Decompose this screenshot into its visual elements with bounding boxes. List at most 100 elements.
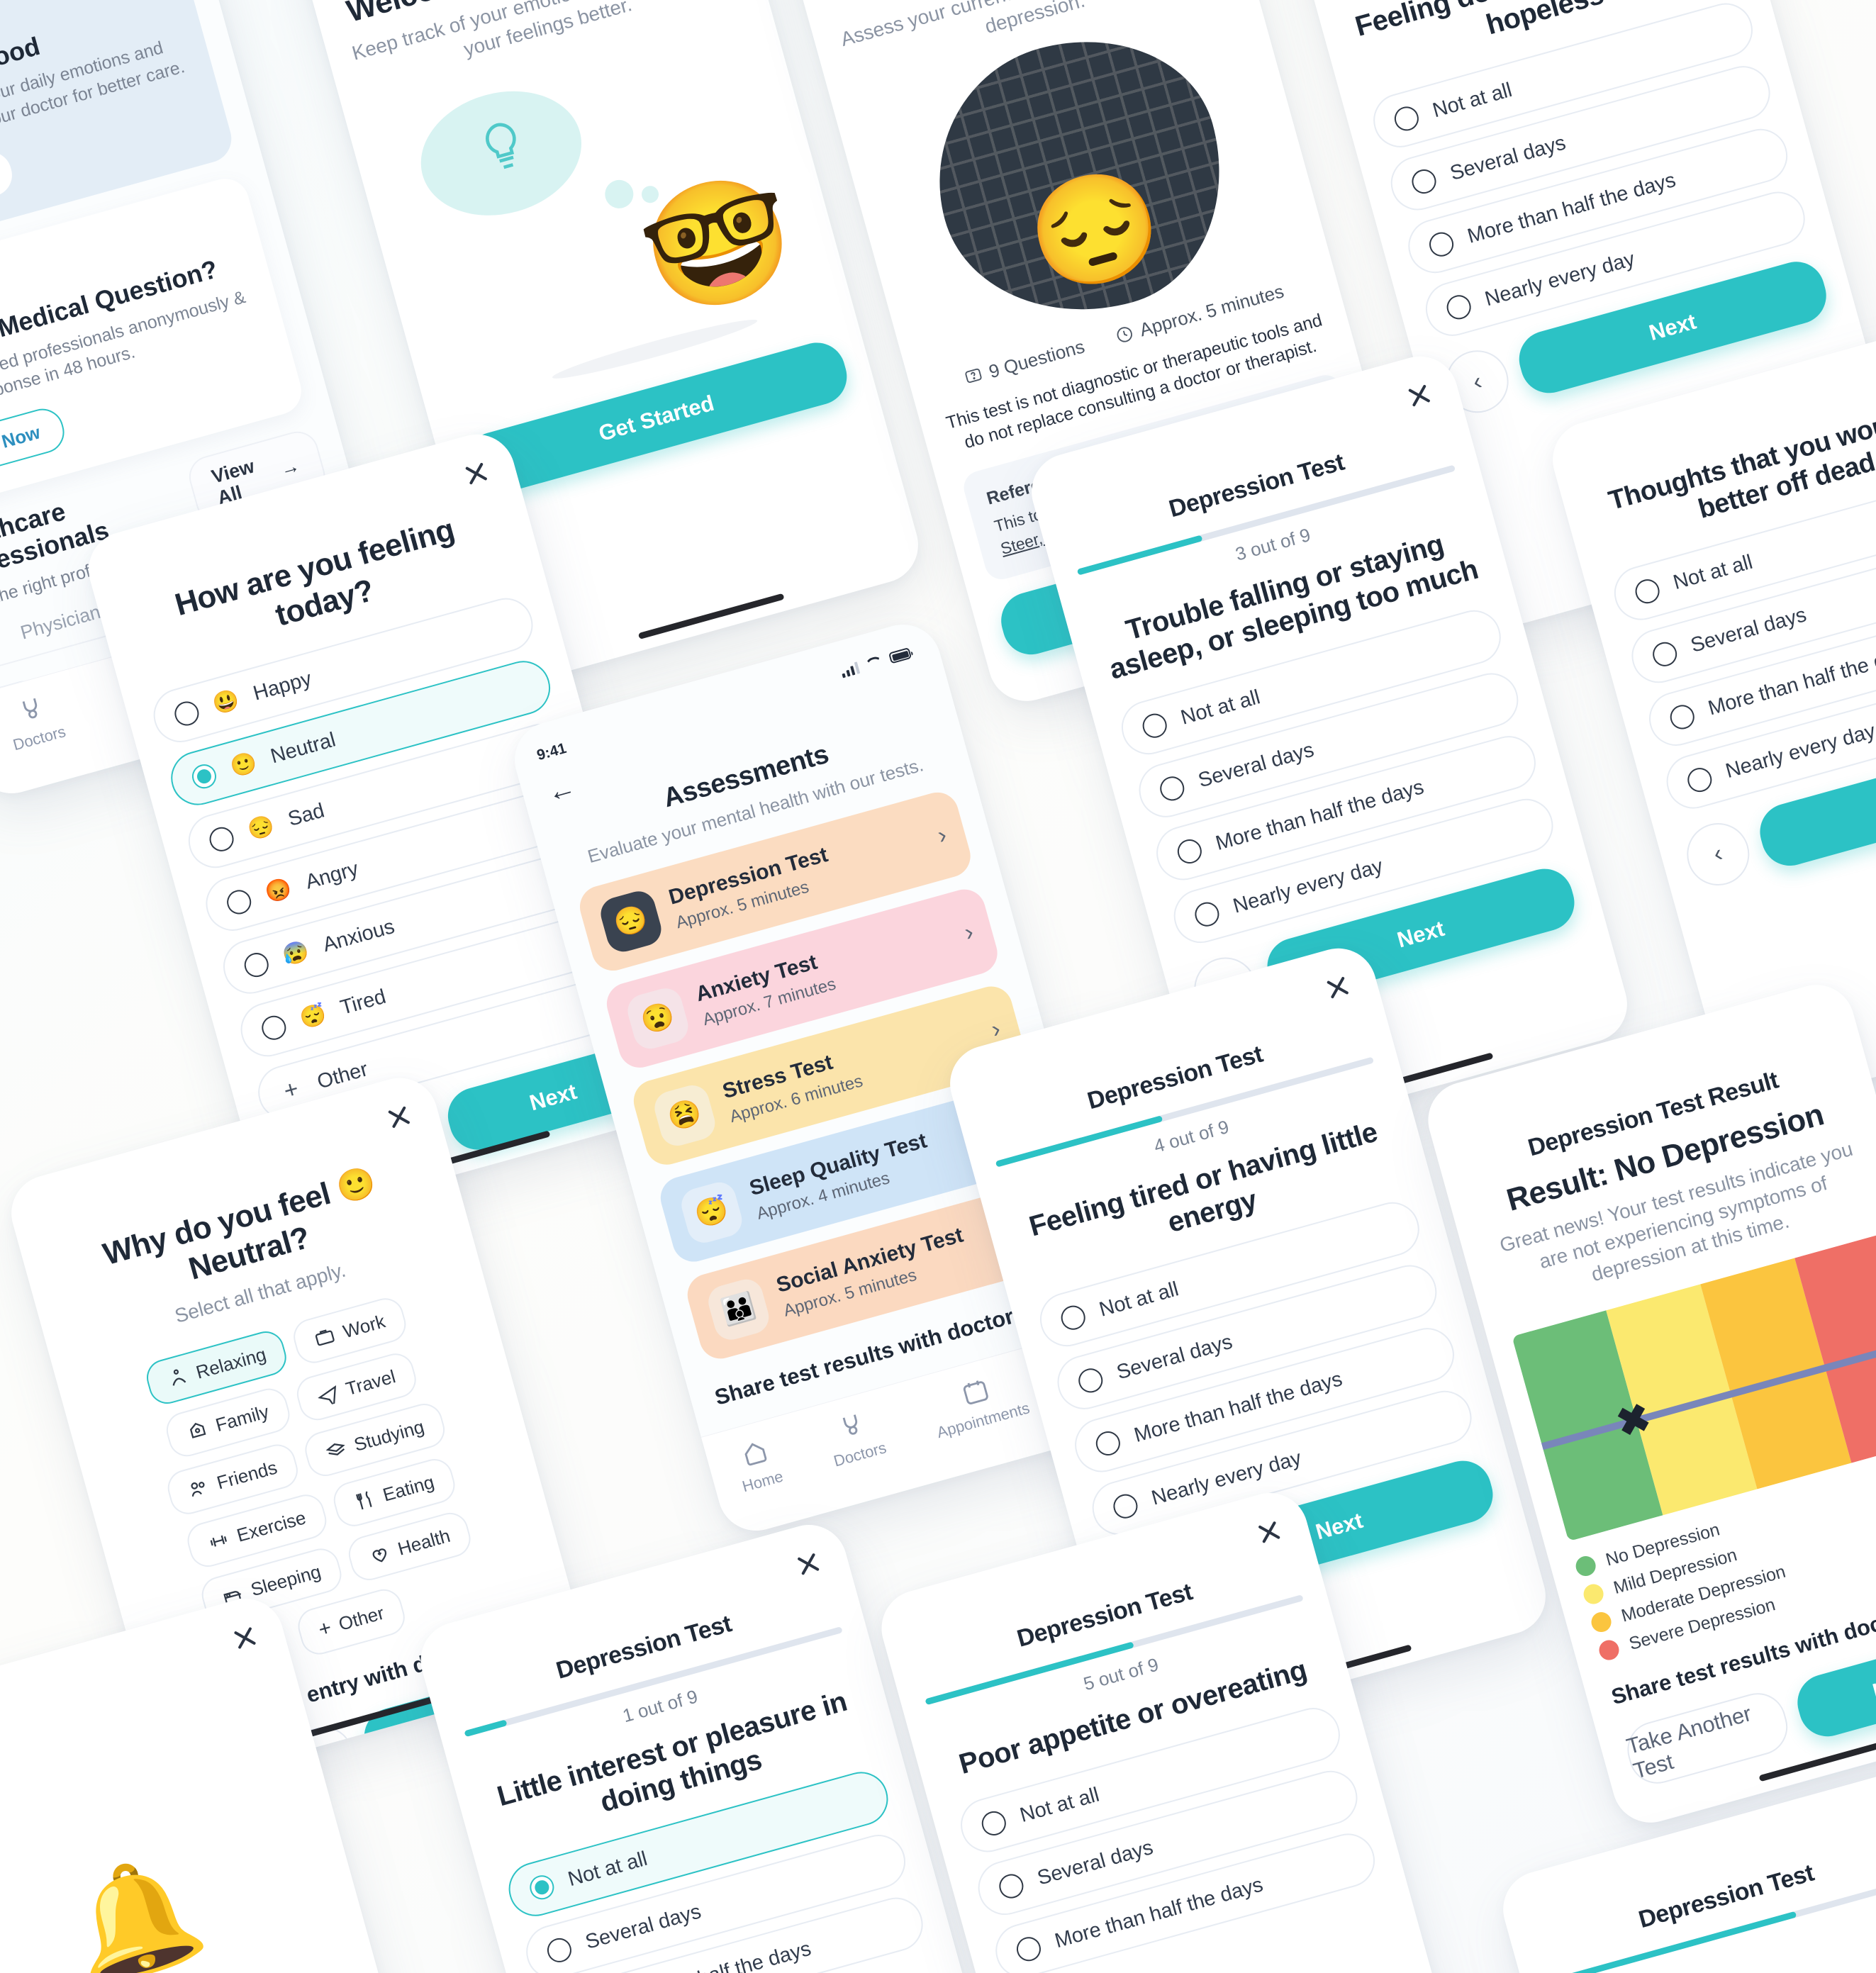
signal-icon — [839, 661, 861, 678]
radio-icon — [1014, 1934, 1044, 1964]
chevron-right-icon: › — [988, 1015, 1004, 1044]
tag-label: Studying — [351, 1415, 427, 1455]
radio-icon — [1175, 837, 1205, 867]
doctors-icon — [843, 1414, 858, 1435]
radio-icon — [172, 698, 202, 729]
social-thumb-icon: 👪 — [704, 1275, 773, 1344]
chevron-right-icon: › — [934, 820, 950, 849]
mood-label: Anxious — [320, 915, 398, 957]
radio-icon — [978, 1809, 1009, 1839]
answer-label: Several days — [583, 1900, 704, 1954]
sidebar-item-home[interactable]: Home — [731, 1434, 785, 1496]
answer-label: Several days — [1114, 1330, 1235, 1385]
mood-label: Sad — [285, 799, 328, 832]
calendar-icon — [963, 1380, 988, 1405]
emoji-neutral: 🙂 — [228, 750, 259, 781]
answer-label: Not at all — [1670, 550, 1755, 595]
back-arrow-icon[interactable]: ← — [544, 771, 580, 810]
radio-icon — [1093, 1429, 1123, 1459]
radio-icon — [241, 950, 272, 980]
close-icon[interactable] — [227, 1620, 262, 1655]
battery-icon — [888, 647, 912, 664]
tag-label: Sleeping — [248, 1560, 323, 1601]
emoji-sad: 😔 — [245, 813, 277, 844]
mood-label: Happy — [250, 667, 315, 705]
emoji-happy: 😃 — [210, 688, 242, 717]
radio-icon — [1157, 773, 1188, 804]
radio-icon — [996, 1871, 1027, 1901]
showcase-stage: Track Your Mood Keep a record of your da… — [0, 0, 1876, 1973]
legend-swatch — [1581, 1582, 1606, 1607]
heart-plus-icon — [372, 1548, 387, 1563]
doctors-icon — [22, 698, 38, 719]
dumbbell-icon — [210, 1535, 228, 1547]
radio-icon — [259, 1012, 289, 1043]
tag-label: Health — [395, 1524, 453, 1560]
chevron-left-icon: ‹ — [1470, 367, 1485, 396]
radio-icon — [1650, 639, 1680, 669]
radio-icon — [1409, 167, 1439, 197]
radio-icon — [545, 1935, 575, 1966]
chevron-right-icon: › — [961, 917, 977, 946]
plus-icon: + — [281, 1075, 302, 1105]
answer-label: Several days — [1447, 131, 1568, 185]
answer-label: Not at all — [1096, 1278, 1181, 1321]
tag-label: Family — [213, 1400, 272, 1436]
radio-icon — [1076, 1365, 1106, 1396]
radio-icon — [1058, 1303, 1088, 1334]
radio-icon — [1392, 104, 1422, 134]
answer-label: Nearly every day — [1482, 247, 1638, 311]
radio-icon — [1110, 1492, 1141, 1522]
nav-label-doctors: Doctors — [832, 1438, 888, 1470]
radio-icon — [1632, 576, 1663, 606]
depression-thumb-icon: 😔 — [597, 887, 666, 956]
radio-icon — [1139, 711, 1170, 742]
radio-icon — [1685, 764, 1715, 795]
radio-icon — [206, 824, 237, 854]
plane-icon — [317, 1385, 336, 1408]
emoji-anxious: 😰 — [279, 939, 312, 969]
tag-label: Friends — [214, 1456, 280, 1494]
emoji-neutral: 🙂 — [333, 1163, 379, 1207]
home-icon — [744, 1443, 767, 1466]
mood-label: Angry — [303, 857, 362, 894]
plus-icon: + — [316, 1616, 335, 1642]
back-button[interactable]: ‹ — [1680, 815, 1757, 893]
answer-label: Several days — [1034, 1835, 1156, 1890]
family-icon — [190, 1423, 206, 1439]
mood-label: Neutral — [268, 728, 338, 768]
radio-icon — [1192, 900, 1222, 930]
ask-now-button[interactable]: Ask Now — [0, 403, 69, 481]
anxiety-thumb-icon: 😧 — [623, 984, 692, 1053]
chevron-left-icon: ‹ — [1710, 839, 1726, 868]
get-started-button[interactable]: Get Started — [0, 146, 17, 229]
answer-label: Not at all — [1430, 78, 1515, 123]
answer-label: Several days — [1688, 603, 1809, 657]
tag-label: Travel — [343, 1365, 398, 1399]
sidebar-item-doctors[interactable]: Doctors — [2, 690, 68, 755]
sidebar-item-doctors[interactable]: Doctors — [822, 1406, 888, 1471]
nav-label-home: Home — [740, 1467, 786, 1496]
sidebar-item-appointments[interactable]: Appointments — [926, 1366, 1032, 1442]
books-icon — [325, 1443, 345, 1456]
reminder-illustration: 🔔 — [0, 1751, 356, 1973]
answer-label: Not at all — [1017, 1783, 1102, 1827]
arrow-right-icon: → — [277, 454, 302, 480]
nav-label-doctors: Doctors — [11, 722, 68, 754]
stress-thumb-icon: 😫 — [650, 1081, 719, 1150]
tag-label: Other — [336, 1602, 387, 1636]
tag-label: Eating — [380, 1470, 437, 1506]
tag-label: Exercise — [234, 1506, 308, 1546]
status-time: 9:41 — [535, 739, 569, 764]
legend-swatch — [1597, 1638, 1621, 1663]
answer-label: Several days — [1195, 738, 1317, 793]
nav-label-appointments: Appointments — [934, 1399, 1032, 1442]
question-icon — [965, 369, 982, 384]
legend-swatch — [1589, 1610, 1614, 1635]
legend-swatch — [1573, 1554, 1598, 1579]
answer-label: Not at all — [1178, 686, 1263, 730]
tag-label: Work — [340, 1310, 388, 1343]
answer-label: Nearly every day — [1230, 854, 1385, 918]
clock-icon — [1117, 327, 1132, 343]
cutlery-icon — [356, 1491, 372, 1510]
